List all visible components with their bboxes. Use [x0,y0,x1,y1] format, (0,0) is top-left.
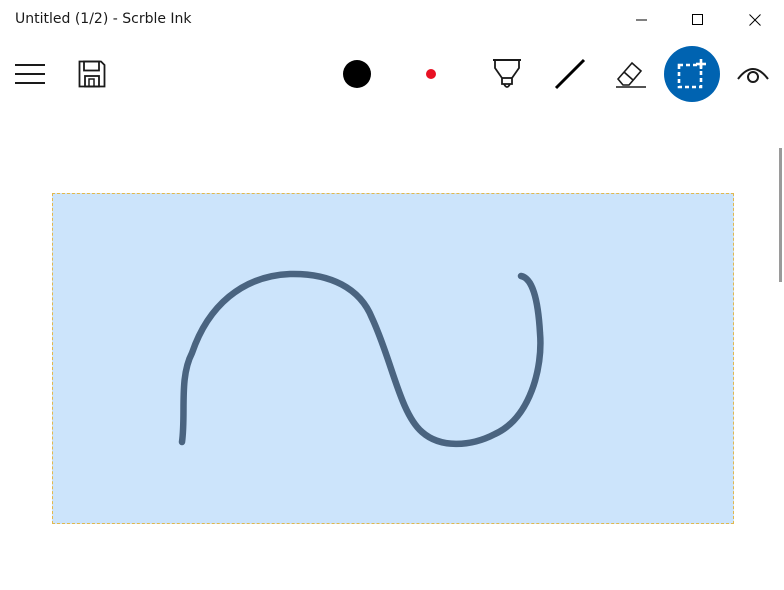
eraser-icon [616,61,646,88]
selection-icon [677,59,706,89]
eye-icon [737,68,769,83]
view-button[interactable] [725,46,781,102]
maximize-icon [692,14,703,25]
brush-size-icon [343,60,371,88]
pen-color-button[interactable] [403,46,459,102]
minimize-icon [636,19,647,21]
window-title: Untitled (1/2) - Scrble Ink [15,11,192,27]
minimize-button[interactable] [618,0,666,40]
hamburger-menu-icon [15,64,45,84]
highlighter-icon [493,59,521,88]
eraser-button[interactable] [603,46,659,102]
line-icon [554,58,586,90]
close-icon [749,14,761,26]
selection-tool-button[interactable] [664,46,720,102]
maximize-button[interactable] [674,0,722,40]
line-tool-button[interactable] [542,46,598,102]
highlighter-button[interactable] [479,46,535,102]
color-dot-icon [426,69,436,79]
ink-canvas[interactable] [0,108,784,590]
close-button[interactable] [731,0,779,40]
vertical-scrollbar[interactable] [779,148,782,282]
save-button[interactable] [64,46,120,102]
save-icon [78,60,106,88]
pen-size-button[interactable] [329,46,385,102]
toolbar [0,44,784,104]
ink-stroke[interactable] [0,108,784,590]
title-bar: Untitled (1/2) - Scrble Ink [0,0,784,40]
menu-button[interactable] [2,46,58,102]
